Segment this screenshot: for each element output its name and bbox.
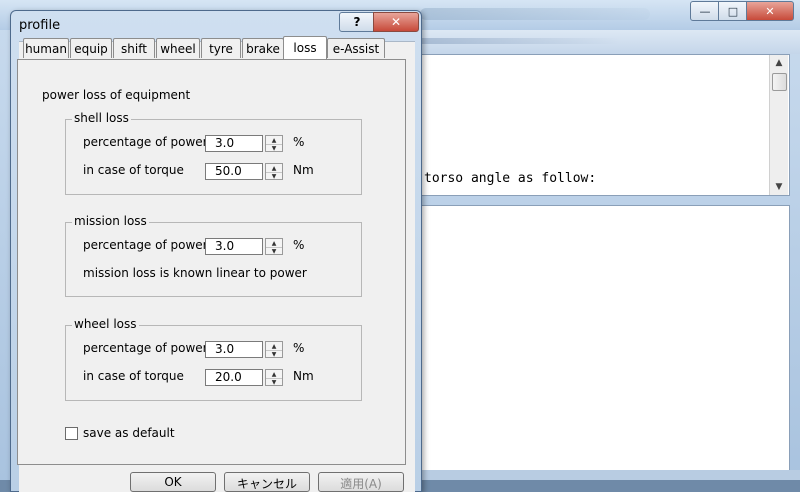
scroll-thumb[interactable]: [772, 73, 787, 91]
cancel-button[interactable]: キャンセル: [224, 472, 310, 492]
wheel-torque-label: in case of torque: [83, 369, 184, 383]
toolbar-items: [420, 38, 620, 44]
apply-button[interactable]: 適用(A): [318, 472, 404, 492]
spin-down-arrow-icon[interactable]: ▼: [266, 172, 282, 180]
save-default-label: save as default: [83, 426, 175, 440]
ok-button[interactable]: OK: [130, 472, 216, 492]
shell-torque-unit: Nm: [293, 163, 314, 177]
mission-loss-title: mission loss: [72, 214, 149, 228]
shell-torque-input[interactable]: 50.0: [205, 163, 263, 180]
output-text-area[interactable]: torso angle as follow:: [418, 54, 790, 196]
shell-torque-spinner[interactable]: ▲ ▼: [265, 163, 283, 180]
tab-wheel[interactable]: wheel: [156, 38, 200, 58]
scroll-up-arrow-icon[interactable]: ▲: [770, 55, 788, 71]
output-text-line: torso angle as follow:: [424, 171, 597, 186]
mission-power-input[interactable]: 3.0: [205, 238, 263, 255]
close-button[interactable]: ✕: [746, 1, 794, 21]
maximize-button[interactable]: □: [718, 1, 748, 21]
wheel-power-input[interactable]: 3.0: [205, 341, 263, 358]
main-window-title: [420, 8, 650, 20]
status-bar: [418, 470, 800, 480]
minimize-button[interactable]: —: [690, 1, 720, 21]
tab-loss[interactable]: loss: [283, 36, 327, 59]
shell-power-input[interactable]: 3.0: [205, 135, 263, 152]
tab-tyre[interactable]: tyre: [201, 38, 241, 58]
shell-torque-label: in case of torque: [83, 163, 184, 177]
tab-human[interactable]: human: [23, 38, 69, 58]
spin-down-arrow-icon[interactable]: ▼: [266, 144, 282, 152]
mission-loss-note: mission loss is known linear to power: [83, 266, 307, 280]
input-text-area[interactable]: [418, 205, 790, 472]
mission-power-unit: %: [293, 238, 305, 252]
tab-shift[interactable]: shift: [113, 38, 155, 58]
mission-loss-group: mission loss: [65, 214, 362, 297]
spin-down-arrow-icon[interactable]: ▼: [266, 350, 282, 358]
wheel-torque-unit: Nm: [293, 369, 314, 383]
wheel-power-spinner[interactable]: ▲ ▼: [265, 341, 283, 358]
mission-power-label: percentage of power: [83, 238, 208, 252]
shell-loss-group: shell loss: [65, 111, 362, 195]
shell-power-unit: %: [293, 135, 305, 149]
tab-brake[interactable]: brake: [242, 38, 284, 58]
wheel-torque-spinner[interactable]: ▲ ▼: [265, 369, 283, 386]
tab-equip[interactable]: equip: [70, 38, 112, 58]
dialog-title: profile: [19, 18, 61, 33]
panel-heading: power loss of equipment: [42, 88, 191, 102]
wheel-loss-group: wheel loss: [65, 317, 362, 401]
wheel-power-label: percentage of power: [83, 341, 208, 355]
wheel-torque-input[interactable]: 20.0: [205, 369, 263, 386]
shell-power-spinner[interactable]: ▲ ▼: [265, 135, 283, 152]
wheel-loss-title: wheel loss: [72, 317, 139, 331]
mission-power-spinner[interactable]: ▲ ▼: [265, 238, 283, 255]
help-button[interactable]: ?: [339, 12, 375, 32]
tab-e-assist[interactable]: e-Assist: [327, 38, 385, 58]
spin-down-arrow-icon[interactable]: ▼: [266, 247, 282, 255]
vertical-scrollbar[interactable]: ▲ ▼: [769, 55, 788, 195]
dialog-close-button[interactable]: ✕: [373, 12, 419, 32]
scroll-down-arrow-icon[interactable]: ▼: [770, 179, 788, 195]
shell-power-label: percentage of power: [83, 135, 208, 149]
spin-down-arrow-icon[interactable]: ▼: [266, 378, 282, 386]
wheel-power-unit: %: [293, 341, 305, 355]
save-default-checkbox[interactable]: [65, 427, 78, 440]
shell-loss-title: shell loss: [72, 111, 131, 125]
